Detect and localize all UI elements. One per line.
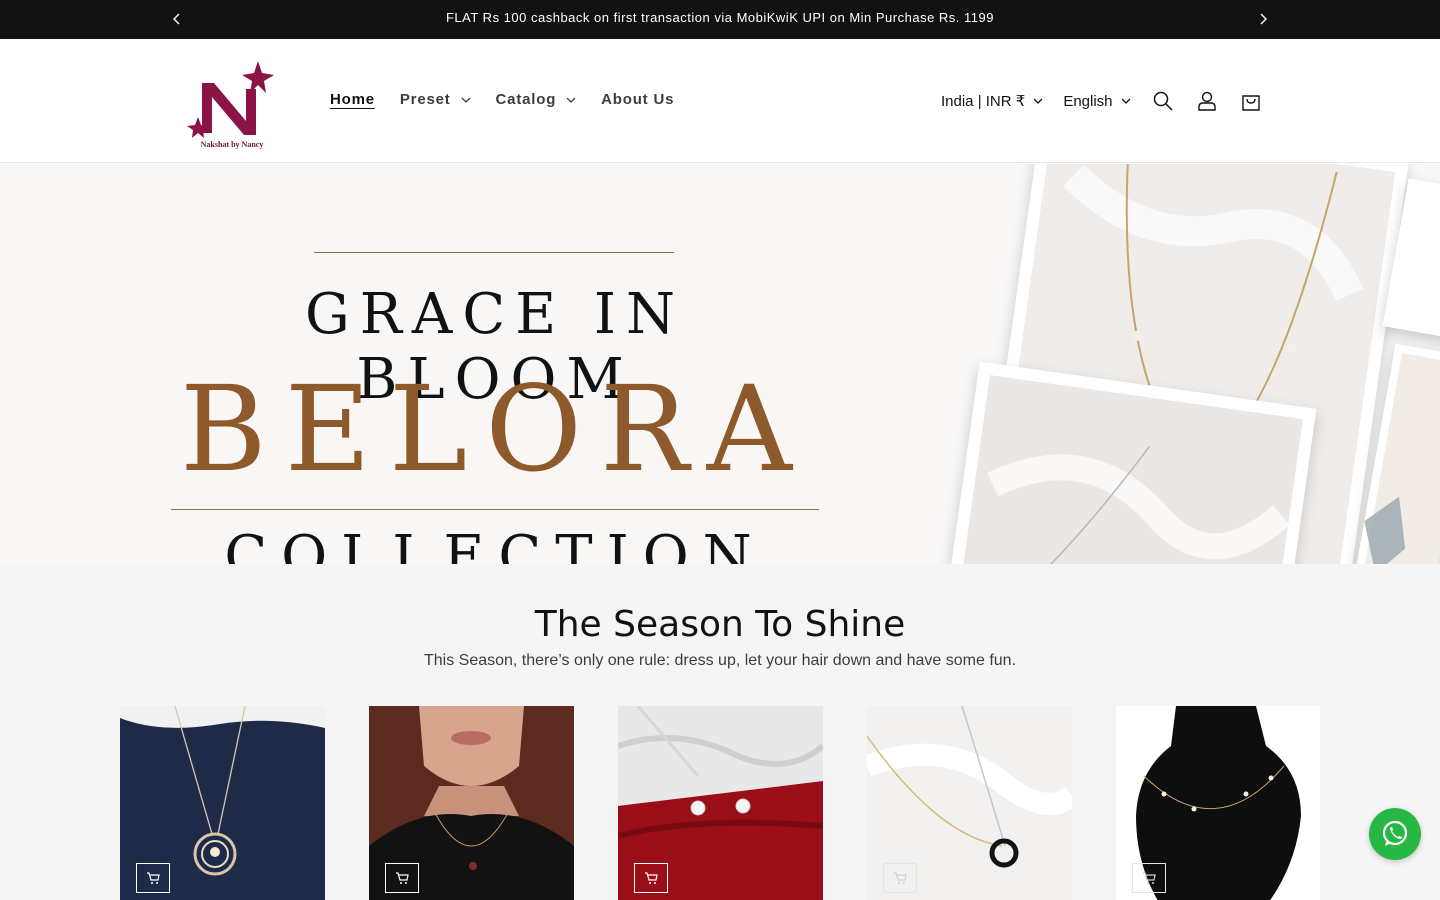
account-button[interactable] (1185, 86, 1229, 116)
nav-item-label: Catalog (495, 91, 557, 108)
cart-plus-icon (894, 872, 907, 884)
hero-divider (171, 509, 819, 510)
nav-item-home[interactable]: Home (330, 91, 375, 108)
cart-plus-icon (147, 872, 160, 884)
section-heading: The Season To Shine (534, 604, 906, 645)
quick-add-button[interactable] (136, 863, 170, 893)
hero-title: BELORA (179, 360, 810, 498)
nav-item-catalog[interactable]: Catalog (496, 91, 577, 108)
shopping-bag-icon (1241, 95, 1260, 111)
quick-add-button[interactable] (634, 863, 668, 893)
site-header: Nakshat by Nancy Home Preset Catalog Abo… (0, 39, 1440, 163)
announcement-bar: FLAT Rs 100 cashback on first transactio… (0, 0, 1440, 39)
product-card[interactable] (120, 706, 325, 900)
chevron-down-icon (1121, 98, 1131, 104)
quick-add-button[interactable] (385, 863, 419, 893)
product-card[interactable] (369, 706, 574, 900)
language-selector[interactable]: English (1063, 93, 1130, 110)
logo-mark-icon (187, 61, 274, 138)
nav-item-label: Preset (399, 91, 451, 108)
country-selector-label: India | INR ₹ (941, 93, 1026, 110)
search-button[interactable] (1141, 86, 1185, 116)
product-card[interactable] (618, 706, 823, 900)
chevron-down-icon (1033, 98, 1043, 104)
quick-add-button[interactable] (883, 863, 917, 893)
product-card[interactable] (1116, 706, 1320, 900)
cart-plus-icon (1143, 872, 1156, 884)
search-icon (1153, 91, 1173, 111)
cart-button[interactable] (1229, 86, 1273, 116)
chevron-right-icon[interactable] (1253, 9, 1273, 29)
chevron-down-icon (566, 97, 576, 103)
nav-item-label: About Us (601, 91, 675, 108)
quick-add-button[interactable] (1132, 863, 1166, 893)
cart-plus-icon (396, 872, 409, 884)
user-icon (1197, 91, 1216, 111)
cart-plus-icon (645, 872, 658, 884)
hero-banner[interactable]: GRACE IN BLOOM BELORA COLLECTION (0, 164, 1440, 564)
nav-item-about-us[interactable]: About Us (601, 91, 674, 108)
header-tools: India | INR ₹ English (941, 86, 1273, 116)
product-card[interactable] (867, 706, 1072, 900)
country-selector[interactable]: India | INR ₹ (941, 92, 1043, 110)
logo-text: Nakshat by Nancy (200, 140, 264, 149)
language-selector-label: English (1063, 92, 1113, 110)
whatsapp-icon (1382, 820, 1408, 846)
main-nav: Home Preset Catalog About Us (330, 91, 699, 108)
chevron-down-icon (461, 97, 471, 103)
hero-tagline: COLLECTION (224, 524, 766, 564)
announcement-message: FLAT Rs 100 cashback on first transactio… (445, 10, 994, 25)
section-subheading: This Season, there’s only one rule: dres… (423, 652, 1017, 669)
featured-collection: The Season To Shine This Season, there’s… (0, 564, 1440, 900)
nav-item-preset[interactable]: Preset (400, 91, 471, 108)
hero-divider (314, 252, 674, 253)
whatsapp-chat-button[interactable] (1369, 808, 1421, 860)
brand-logo[interactable]: Nakshat by Nancy (180, 59, 284, 155)
nav-item-label: Home (330, 91, 375, 108)
